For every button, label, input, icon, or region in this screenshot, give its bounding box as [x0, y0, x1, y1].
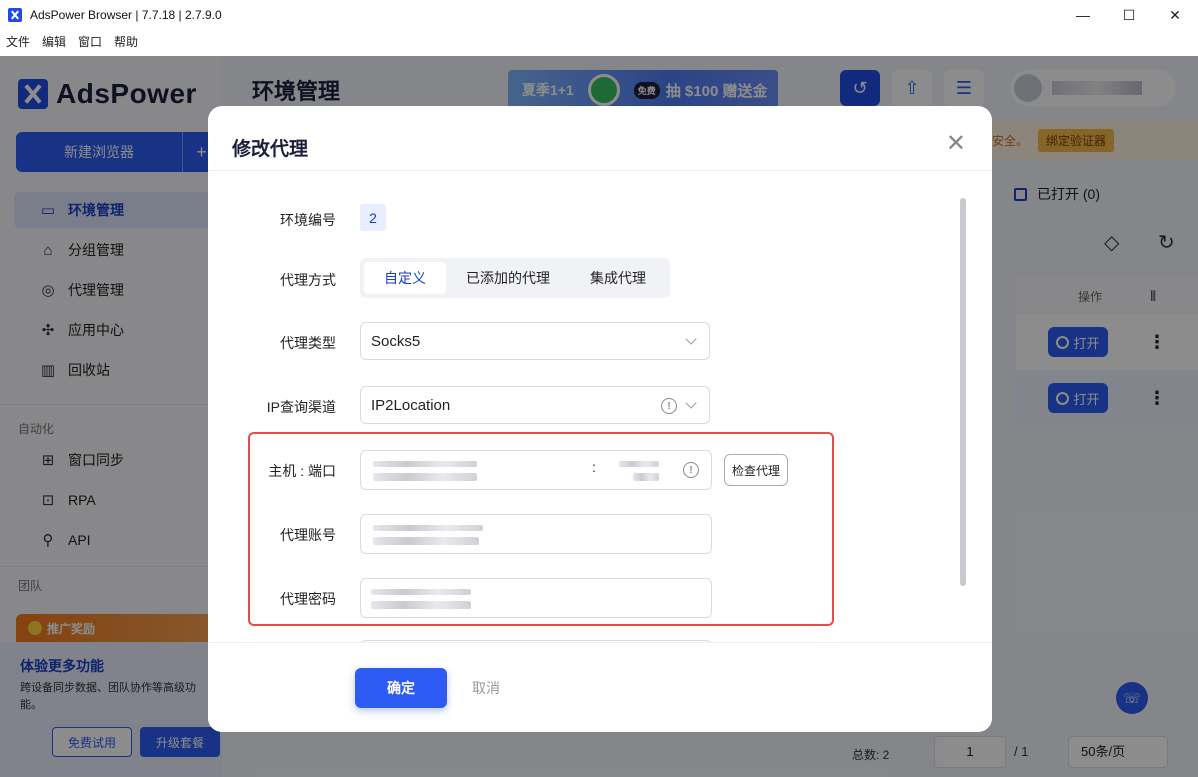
- proxy-account-input[interactable]: [360, 514, 712, 554]
- proxy-type-value: Socks5: [371, 332, 421, 350]
- account-blurred: [373, 525, 483, 531]
- host-blurred: [373, 473, 477, 481]
- menu-help[interactable]: 帮助: [114, 33, 138, 55]
- window-controls: — ☐ ✕: [1060, 0, 1198, 30]
- menu-window[interactable]: 窗口: [78, 33, 102, 55]
- title-bar: AdsPower Browser | 7.7.18 | 2.7.9.0 — ☐ …: [0, 0, 1198, 30]
- window-title: AdsPower Browser | 7.7.18 | 2.7.9.0: [30, 8, 222, 22]
- host-port-label: 主机 : 端口: [268, 463, 336, 479]
- cancel-button[interactable]: 取消: [460, 668, 512, 708]
- proxy-password-input[interactable]: [360, 578, 712, 618]
- proxy-method-label: 代理方式: [280, 272, 336, 288]
- chevron-down-icon: [685, 397, 697, 409]
- close-icon[interactable]: ✕: [946, 132, 966, 156]
- app-logo-icon: [8, 8, 22, 22]
- env-id-value: 2: [360, 204, 386, 231]
- password-blurred: [371, 601, 471, 609]
- port-blurred: [633, 473, 659, 481]
- edit-proxy-modal: 修改代理 ✕ 环境编号 2 代理方式 自定义 已添加的代理 集成代理 代理类型 …: [208, 106, 992, 732]
- menu-edit[interactable]: 编辑: [42, 33, 66, 55]
- menu-file[interactable]: 文件: [6, 33, 30, 55]
- modal-title: 修改代理: [232, 139, 309, 160]
- host-port-separator: :: [592, 459, 596, 475]
- menu-bar: 文件 编辑 窗口 帮助: [0, 33, 150, 55]
- ip-channel-select[interactable]: IP2Location !: [360, 386, 710, 424]
- confirm-button[interactable]: 确定: [355, 668, 447, 708]
- tab-custom[interactable]: 自定义: [364, 262, 446, 294]
- chevron-down-icon: [685, 333, 697, 345]
- host-blurred: [373, 461, 477, 467]
- ip-channel-label: IP查询渠道: [266, 399, 336, 415]
- password-blurred: [371, 589, 471, 595]
- proxy-type-select[interactable]: Socks5: [360, 322, 710, 360]
- maximize-button[interactable]: ☐: [1106, 0, 1152, 30]
- check-proxy-button[interactable]: 检查代理: [724, 454, 788, 486]
- env-id-label: 环境编号: [280, 212, 336, 228]
- port-blurred: [619, 461, 659, 467]
- scrollbar[interactable]: [960, 198, 966, 586]
- minimize-button[interactable]: —: [1060, 0, 1106, 30]
- tab-added-proxy[interactable]: 已添加的代理: [446, 262, 570, 294]
- proxy-method-tabs: 自定义 已添加的代理 集成代理: [360, 258, 670, 298]
- close-window-button[interactable]: ✕: [1152, 0, 1198, 30]
- modal-footer: [208, 643, 992, 732]
- proxy-password-label: 代理密码: [280, 591, 336, 607]
- host-port-input[interactable]: !: [360, 450, 712, 490]
- tab-integrated-proxy[interactable]: 集成代理: [570, 262, 666, 294]
- ip-channel-value: IP2Location: [371, 396, 451, 414]
- info-icon[interactable]: !: [683, 462, 699, 478]
- proxy-account-label: 代理账号: [280, 527, 336, 543]
- divider: [208, 170, 992, 171]
- info-icon[interactable]: !: [661, 398, 677, 414]
- proxy-type-label: 代理类型: [280, 335, 336, 351]
- account-blurred: [373, 537, 479, 545]
